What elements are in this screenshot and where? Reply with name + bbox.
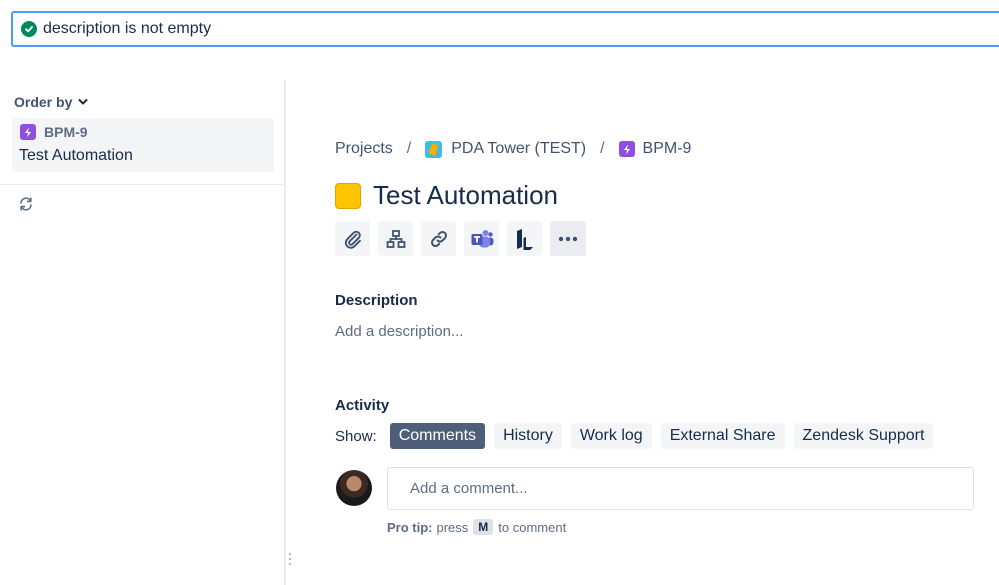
- activity-filter: Show: Comments History Work log External…: [335, 423, 942, 449]
- jql-query-text[interactable]: description is not empty: [43, 20, 211, 38]
- more-actions-button[interactable]: [550, 221, 586, 256]
- order-by-label: Order by: [14, 94, 73, 110]
- issue-title[interactable]: Test Automation: [373, 180, 558, 211]
- pro-tip-press: press: [436, 519, 469, 535]
- issue-status-icon[interactable]: [335, 182, 361, 209]
- pro-tip-suffix: to comment: [498, 519, 567, 535]
- description-heading: Description: [335, 292, 418, 309]
- pro-tip-label: Pro tip:: [387, 519, 433, 535]
- l-app-button[interactable]: [507, 221, 542, 256]
- issue-list-summary: Test Automation: [19, 147, 133, 164]
- breadcrumb-separator: /: [406, 140, 412, 157]
- link-icon: [430, 230, 447, 247]
- l-logo-icon: [516, 228, 533, 250]
- issue-list-item[interactable]: BPM-9 Test Automation: [12, 118, 274, 172]
- refresh-icon[interactable]: [18, 196, 34, 212]
- chevron-down-icon: [78, 99, 88, 105]
- breadcrumb-project[interactable]: PDA Tower (TEST): [425, 140, 586, 158]
- jql-search-bar[interactable]: description is not empty: [11, 11, 999, 47]
- breadcrumb-projects[interactable]: Projects: [335, 140, 393, 158]
- tab-comments[interactable]: Comments: [389, 423, 486, 449]
- story-type-icon: [618, 141, 635, 157]
- issue-toolbar: [335, 221, 586, 256]
- story-type-icon: [20, 124, 36, 140]
- comment-input[interactable]: Add a comment...: [387, 467, 974, 510]
- tab-external-share[interactable]: External Share: [660, 423, 785, 449]
- breadcrumb-issue-key: BPM-9: [642, 140, 692, 157]
- attach-button[interactable]: [335, 221, 370, 256]
- breadcrumb: Projects / PDA Tower (TEST) / BPM-9: [335, 140, 691, 158]
- teams-button[interactable]: [464, 221, 499, 256]
- issue-list-panel: Order by BPM-9 Test Automation: [0, 80, 286, 585]
- teams-icon: [471, 229, 493, 247]
- hierarchy-icon: [386, 229, 405, 248]
- panel-resize-handle[interactable]: [289, 553, 292, 567]
- child-issue-button[interactable]: [378, 221, 413, 256]
- check-circle-icon: [21, 21, 37, 37]
- breadcrumb-project-name: PDA Tower (TEST): [451, 140, 587, 157]
- tab-history[interactable]: History: [494, 423, 562, 449]
- breadcrumb-separator: /: [600, 140, 605, 157]
- link-issue-button[interactable]: [421, 221, 456, 256]
- paperclip-icon: [344, 230, 361, 249]
- pro-tip: Pro tip: press M to comment: [387, 519, 566, 535]
- shortcut-key: M: [473, 519, 494, 535]
- order-by-button[interactable]: Order by: [14, 94, 89, 110]
- issue-header: Test Automation: [335, 180, 558, 211]
- more-icon: [558, 236, 578, 241]
- tab-zendesk-support[interactable]: Zendesk Support: [793, 423, 934, 449]
- issue-list-key: BPM-9: [44, 124, 88, 140]
- show-label: Show:: [335, 427, 377, 445]
- panel-divider: [0, 184, 284, 185]
- breadcrumb-issue[interactable]: BPM-9: [618, 140, 692, 158]
- tab-work-log[interactable]: Work log: [570, 423, 652, 449]
- avatar: [336, 470, 372, 506]
- activity-heading: Activity: [335, 397, 390, 414]
- project-icon: [425, 140, 443, 158]
- description-field[interactable]: Add a description...: [335, 323, 463, 340]
